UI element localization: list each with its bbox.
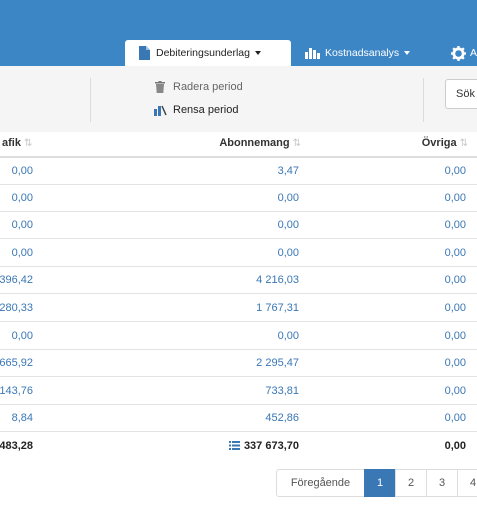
page-button-2[interactable]: 2 <box>395 469 427 497</box>
clear-period-label: Rensa period <box>173 104 239 116</box>
table-row: 280,33 1 767,31 0,00 <box>0 294 477 322</box>
table-cell[interactable]: 280,33 <box>0 302 33 314</box>
table-cell[interactable]: 0,00 <box>278 192 299 204</box>
table-cell[interactable]: 0,00 <box>445 165 466 177</box>
tab-label: Debiteringsunderlag <box>156 47 250 59</box>
tab-label: Kostnadsanalys <box>325 47 400 59</box>
top-navigation-bar: Debiteringsunderlag Kostnadsanalys A <box>0 0 477 66</box>
total-cell-abonnemang[interactable]: 337 673,70 <box>228 440 299 453</box>
tab-label: A <box>470 47 477 59</box>
total-cell: 0,00 <box>444 440 466 452</box>
table-cell[interactable]: 0,00 <box>445 412 466 424</box>
table-cell[interactable]: 0,00 <box>445 192 466 204</box>
table-cell[interactable]: 452,86 <box>265 412 299 424</box>
table-cell[interactable]: 665,92 <box>0 357 33 369</box>
page-button-4[interactable]: 4 <box>457 469 477 497</box>
table-cell[interactable]: 0,00 <box>445 385 466 397</box>
table-cell[interactable]: 0,00 <box>12 330 33 342</box>
column-header-label: Övriga <box>421 137 457 149</box>
delete-period-button[interactable]: Radera period <box>153 81 243 93</box>
page-button-3[interactable]: 3 <box>426 469 458 497</box>
column-header-trafik[interactable]: afik ⇅ <box>2 137 33 149</box>
table-cell[interactable]: 0,00 <box>278 219 299 231</box>
tab-kostnadsanalys[interactable]: Kostnadsanalys <box>305 40 411 66</box>
column-header-label: Abonnemang <box>219 137 290 149</box>
divider <box>423 78 424 122</box>
table-cell[interactable]: 2 295,47 <box>256 357 299 369</box>
page-button-1[interactable]: 1 <box>364 469 396 497</box>
table-row: 0,00 0,00 0,00 <box>0 239 477 267</box>
table-row: 0,00 3,47 0,00 <box>0 157 477 185</box>
table-cell[interactable]: 0,00 <box>445 302 466 314</box>
table-row: 143,76 733,81 0,00 <box>0 377 477 405</box>
total-cell: 483,28 <box>0 440 33 452</box>
sort-icon: ⇅ <box>23 138 33 149</box>
sort-icon: ⇅ <box>292 138 302 149</box>
table-row: 0,00 0,00 0,00 <box>0 184 477 212</box>
total-value: 337 673,70 <box>243 440 299 452</box>
gear-icon <box>451 45 466 61</box>
table-cell[interactable]: 8,84 <box>12 412 33 424</box>
chevron-down-icon <box>404 51 411 55</box>
bar-chart-icon <box>305 47 321 59</box>
previous-page-button[interactable]: Föregående <box>276 469 365 497</box>
tab-debiteringsunderlag[interactable]: Debiteringsunderlag <box>125 40 291 66</box>
column-header-ovriga[interactable]: Övriga ⇅ <box>421 137 469 149</box>
table-cell[interactable]: 0,00 <box>12 219 33 231</box>
table-row: 0,00 0,00 0,00 <box>0 322 477 350</box>
table-row: 8,84 452,86 0,00 <box>0 404 477 432</box>
table-cell[interactable]: 4 216,03 <box>256 274 299 286</box>
table-cell[interactable]: 0,00 <box>445 357 466 369</box>
table-cell[interactable]: 1 767,31 <box>256 302 299 314</box>
table-cell[interactable]: 0,00 <box>12 247 33 259</box>
table-cell[interactable]: 0,00 <box>445 274 466 286</box>
table-cell[interactable]: 3,47 <box>278 165 299 177</box>
table-header: afik ⇅ Abonnemang ⇅ Övriga ⇅ <box>0 132 477 158</box>
list-icon <box>228 441 240 453</box>
document-icon <box>139 46 150 60</box>
table-cell[interactable]: 0,00 <box>12 192 33 204</box>
clear-period-button[interactable]: Rensa period <box>153 104 238 116</box>
table-cell[interactable]: 733,81 <box>265 385 299 397</box>
delete-period-label: Radera period <box>173 81 243 93</box>
totals-row: 483,28 337 673,70 0,00 <box>0 432 477 459</box>
table-row: 0,00 0,00 0,00 <box>0 211 477 239</box>
table-row: 665,92 2 295,47 0,00 <box>0 349 477 377</box>
table-cell[interactable]: 0,00 <box>445 330 466 342</box>
trash-icon <box>153 81 167 93</box>
divider <box>90 78 91 122</box>
tab-settings[interactable]: A <box>451 40 477 66</box>
pagination: Föregående 1 2 3 4 <box>276 469 477 497</box>
table-cell[interactable]: 0,00 <box>278 247 299 259</box>
table-cell[interactable]: 143,76 <box>0 385 33 397</box>
search-label: Sök <box>456 88 475 100</box>
column-header-abonnemang[interactable]: Abonnemang ⇅ <box>219 137 302 149</box>
clear-icon <box>153 104 167 116</box>
table-cell[interactable]: 396,42 <box>0 274 33 286</box>
table-cell[interactable]: 0,00 <box>12 165 33 177</box>
sort-icon: ⇅ <box>459 138 469 149</box>
table-cell[interactable]: 0,00 <box>445 219 466 231</box>
column-header-label: afik <box>2 137 21 149</box>
table-row: 396,42 4 216,03 0,00 <box>0 266 477 294</box>
table-cell[interactable]: 0,00 <box>445 247 466 259</box>
chevron-down-icon <box>254 51 261 55</box>
toolbar: Radera period Rensa period Sök <box>0 66 477 133</box>
search-input[interactable]: Sök <box>445 79 477 109</box>
table-cell[interactable]: 0,00 <box>278 330 299 342</box>
